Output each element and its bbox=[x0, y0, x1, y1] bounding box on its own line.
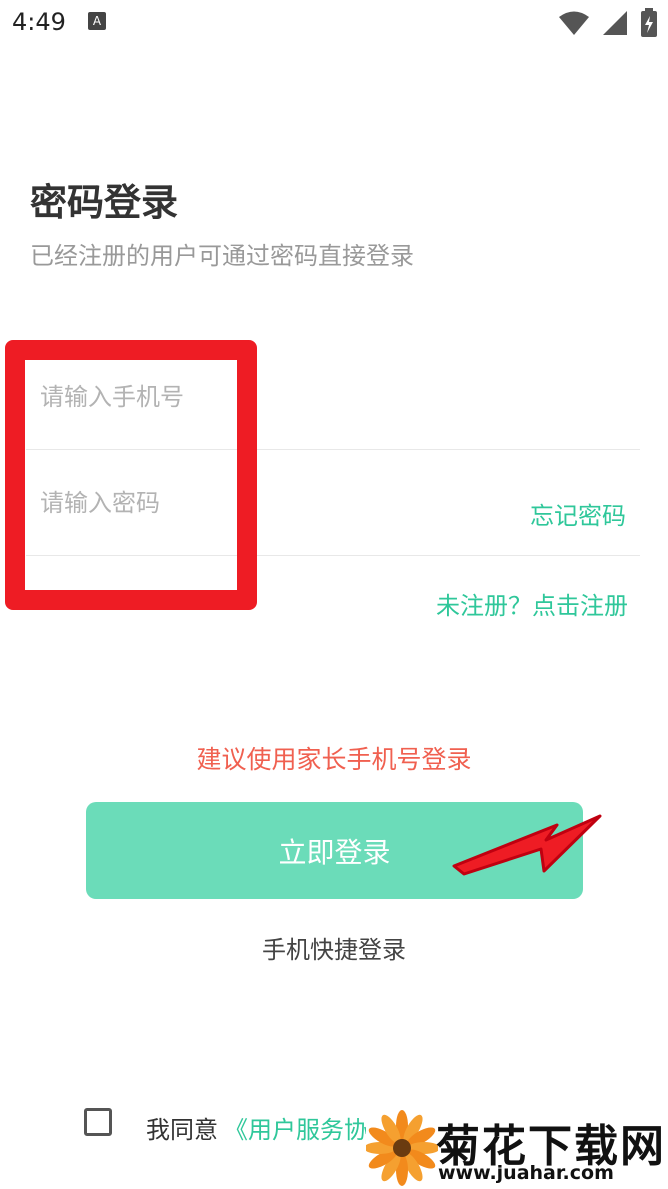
parent-phone-hint: 建议使用家长手机号登录 bbox=[196, 745, 472, 774]
annotation-arrow-icon bbox=[452, 814, 602, 876]
quick-login-link[interactable]: 手机快捷登录 bbox=[0, 930, 668, 965]
watermark-url: www.juahar.com bbox=[438, 1162, 614, 1184]
agree-checkbox[interactable] bbox=[84, 1108, 112, 1136]
status-bar: 4:49 A bbox=[0, 0, 668, 48]
flower-icon bbox=[366, 1110, 438, 1186]
page-subtitle: 已经注册的用户可通过密码直接登录 bbox=[30, 242, 414, 270]
forgot-password-link[interactable]: 忘记密码 bbox=[530, 496, 626, 531]
status-time: 4:49 bbox=[12, 8, 66, 36]
signal-icon bbox=[603, 11, 627, 35]
status-icons bbox=[558, 8, 658, 38]
watermark: 菊花下载网 www.juahar.com bbox=[366, 1108, 668, 1189]
user-agreement-link[interactable]: 《用户服务协 bbox=[224, 1110, 368, 1145]
notification-a-icon: A bbox=[88, 12, 106, 30]
register-link[interactable]: 未注册？点击注册 bbox=[436, 586, 628, 621]
agree-text: 我同意 bbox=[146, 1116, 218, 1144]
annotation-highlight-box bbox=[5, 340, 257, 610]
wifi-icon bbox=[559, 11, 589, 35]
battery-icon bbox=[641, 8, 657, 37]
page-title: 密码登录 bbox=[30, 181, 178, 224]
